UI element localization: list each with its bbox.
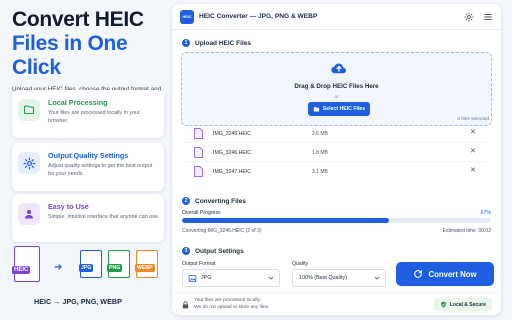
- drop-zone[interactable]: Drag & Drop HEIC Files Here or Select HE…: [181, 52, 492, 126]
- quality-select[interactable]: 100% (Best Quality): [292, 269, 386, 287]
- progress-fill: [182, 218, 390, 223]
- format-illustration: HEIC ➜ JPG PNG WEBP: [10, 244, 162, 288]
- user-icon: [18, 203, 40, 225]
- lock-icon: [182, 301, 189, 309]
- progress-bar: [182, 218, 491, 223]
- jpg-tag: JPG: [79, 264, 94, 272]
- refresh-icon: [414, 270, 423, 278]
- step-label: Output Settings: [195, 247, 244, 255]
- file-size: 3.1 MB: [312, 169, 328, 175]
- progress-label: Overall Progress: [182, 210, 221, 216]
- feature-desc: Simple, intuitive interface that anyone …: [48, 214, 160, 220]
- hero-title-line2: Files in One Click: [12, 32, 128, 79]
- converter-app: HEIC HEIC Converter — JPG, PNG & WEBP 1 …: [172, 4, 501, 315]
- format-caption: HEIC → JPG, PNG, WEBP: [34, 297, 122, 306]
- hero-title-line1: Convert HEIC: [12, 8, 144, 31]
- shield-icon: [441, 301, 446, 308]
- format-value: JPG: [201, 275, 212, 281]
- convert-now-button[interactable]: Convert Now: [396, 262, 494, 286]
- feature-card-easy-to-use: Easy to Use Simple, intuitive interface …: [12, 194, 164, 242]
- png-file-icon: PNG: [107, 250, 130, 278]
- file-name: IMG_3246.HEIC: [213, 150, 252, 156]
- title-bar: HEIC HEIC Converter — JPG, PNG & WEBP: [172, 4, 501, 30]
- feature-title: Output Quality Settings: [48, 151, 129, 160]
- select-files-label: Select HEIC Files: [322, 106, 366, 112]
- files-selected-count: 3 files selected: [457, 117, 489, 122]
- format-label: Output Format: [182, 261, 216, 267]
- privacy-note-1: Your files are processed locally.: [194, 298, 261, 303]
- file-icon: [194, 147, 203, 158]
- step-label: Upload HEIC Files: [195, 39, 251, 47]
- chevron-down-icon: [374, 276, 380, 280]
- file-size: 2.6 MB: [312, 131, 328, 137]
- webp-tag: WEBP: [135, 264, 155, 272]
- chevron-down-icon: [268, 276, 274, 280]
- png-tag: PNG: [107, 264, 123, 272]
- app-logo: HEIC: [180, 10, 194, 24]
- remove-file-button[interactable]: ✕: [470, 129, 476, 137]
- step-number: 3: [182, 247, 190, 255]
- privacy-note-2: We do not upload or store any files.: [194, 305, 270, 310]
- hamburger-icon[interactable]: [483, 12, 493, 22]
- folder-icon: [18, 99, 40, 121]
- quality-label: Quality: [292, 261, 309, 267]
- format-select[interactable]: JPG: [182, 269, 280, 287]
- step-number: 2: [182, 197, 190, 205]
- feature-desc: Your files are processed locally in your…: [48, 110, 140, 124]
- heic-tag: HEIC: [12, 266, 31, 274]
- quality-value: 100% (Best Quality): [299, 275, 347, 281]
- drop-text: Drag & Drop HEIC Files Here: [294, 83, 379, 90]
- file-size: 1.8 MB: [312, 150, 328, 156]
- select-files-button[interactable]: Select HEIC Files: [308, 102, 370, 116]
- webp-file-icon: WEBP: [135, 250, 158, 278]
- remove-file-button[interactable]: ✕: [470, 148, 476, 156]
- feature-card-quality-settings: Output Quality Settings Adjust quality s…: [12, 143, 164, 191]
- file-name: IMG_3247.HEIC: [213, 169, 252, 175]
- file-row: IMG_3246.HEIC 1.8 MB ✕: [186, 144, 488, 162]
- file-icon: [194, 128, 203, 139]
- step-upload-header: 1 Upload HEIC Files: [182, 39, 251, 47]
- gear-icon: [18, 152, 40, 174]
- cloud-upload-icon: [331, 63, 346, 74]
- file-row: IMG_3245.HEIC 2.6 MB ✕: [186, 125, 488, 143]
- gear-icon[interactable]: [464, 12, 474, 22]
- app-title: HEIC Converter — JPG, PNG & WEBP: [199, 13, 318, 20]
- step-number: 1: [182, 39, 190, 47]
- remove-file-button[interactable]: ✕: [470, 167, 476, 175]
- heic-file-icon: HEIC: [12, 246, 40, 282]
- feature-card-local-processing: Local Processing Your files are processe…: [12, 90, 164, 138]
- step-label: Converting Files: [195, 197, 246, 205]
- file-row: IMG_3247.HEIC 3.1 MB ✕: [186, 163, 488, 181]
- footer: Your files are processed locally. We do …: [172, 292, 501, 315]
- file-name: IMG_3245.HEIC: [213, 131, 252, 137]
- folder-icon: [313, 106, 319, 112]
- step-converting-header: 2 Converting Files: [182, 197, 246, 205]
- feature-desc: Adjust quality settings to get the best …: [48, 163, 153, 177]
- badge-label: Local & Secure: [449, 301, 486, 308]
- convert-now-label: Convert Now: [428, 269, 477, 279]
- progress-eta: Estimated time: 00:02: [442, 228, 491, 234]
- arrow-right-icon: ➜: [54, 262, 63, 273]
- progress-percent: 67%: [480, 210, 491, 216]
- image-icon: [188, 275, 197, 282]
- feature-title: Local Processing: [48, 98, 108, 107]
- jpg-file-icon: JPG: [79, 250, 102, 278]
- local-secure-badge: Local & Secure: [433, 298, 492, 311]
- feature-title: Easy to Use: [48, 202, 89, 211]
- file-icon: [194, 166, 203, 177]
- progress-status: Converting IMG_3246.HEIC (2 of 3): [182, 228, 262, 234]
- step-output-header: 3 Output Settings: [182, 247, 244, 255]
- or-text: or: [334, 94, 339, 99]
